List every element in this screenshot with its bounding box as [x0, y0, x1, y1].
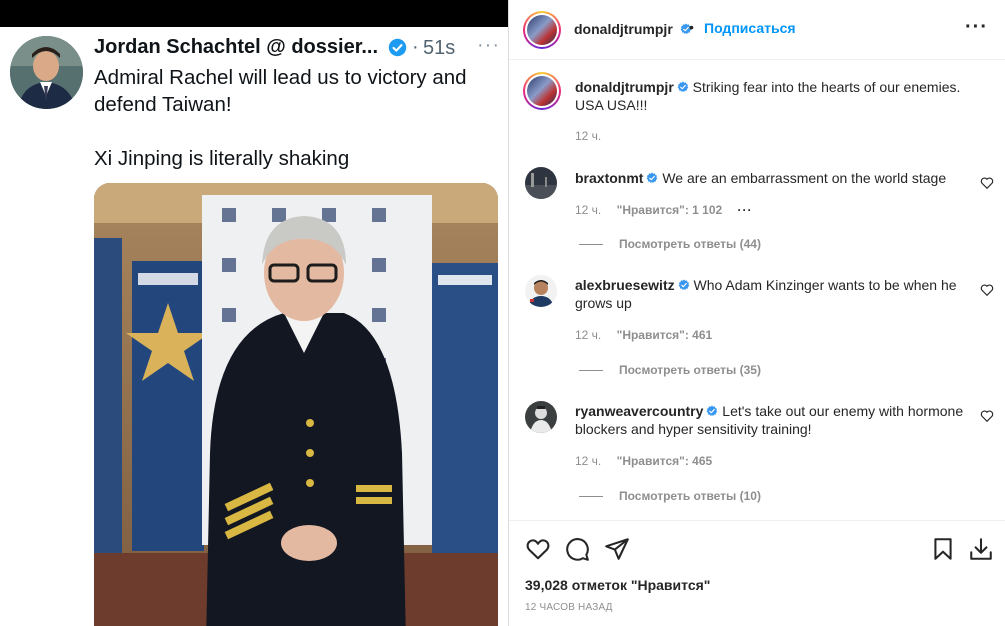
view-replies-label: Посмотреть ответы (10) [619, 489, 761, 503]
verified-badge-icon [707, 405, 718, 416]
post-timestamp[interactable]: 12 ЧАСОВ НАЗАД [525, 602, 613, 613]
caption-username[interactable]: donaldjtrumpjr [575, 79, 674, 95]
tweet-panel: Jordan Schachtel @ dossier... · 51s ··· … [0, 0, 508, 626]
tweet-media-photo[interactable] [94, 183, 498, 626]
heart-icon[interactable] [980, 176, 994, 190]
replies-line [579, 244, 603, 246]
comment-username[interactable]: alexbruesewitz [575, 277, 675, 293]
comment-time[interactable]: 12 ч. [575, 203, 601, 217]
comment-likes[interactable]: "Нравится": 465 [617, 454, 713, 468]
caption-meta: 12 ч. [575, 129, 613, 143]
header-separator: • [689, 19, 694, 35]
verified-badge-icon [388, 38, 407, 57]
like-heart-icon[interactable] [525, 536, 551, 562]
download-icon[interactable] [968, 536, 994, 562]
instagram-panel: donaldjtrumpjr • Подписаться ··· donaldj… [508, 0, 1005, 626]
share-send-icon[interactable] [604, 536, 630, 562]
comment-likes[interactable]: "Нравится": 1 102 [617, 203, 723, 217]
top-bar [0, 0, 508, 27]
comment-options-icon[interactable]: ··· [738, 203, 753, 217]
comment-text: We are an embarrassment on the world sta… [662, 170, 947, 186]
comment-avatar[interactable] [525, 401, 557, 433]
caption-body: donaldjtrumpjr Striking fear into the he… [575, 78, 965, 114]
tweet-line-1: Admiral Rachel will lead us to victory a… [94, 66, 467, 116]
replies-line [579, 496, 603, 498]
view-replies-button[interactable]: Посмотреть ответы (44) [579, 237, 761, 251]
comment-meta: 12 ч. "Нравится": 465 [575, 454, 724, 468]
comment-likes[interactable]: "Нравится": 461 [617, 328, 713, 342]
author-name[interactable]: Jordan Schachtel @ dossier... [94, 36, 378, 59]
view-replies-label: Посмотреть ответы (35) [619, 363, 761, 377]
verified-badge-icon [677, 81, 689, 92]
follow-button[interactable]: Подписаться [704, 20, 796, 36]
view-replies-button[interactable]: Посмотреть ответы (35) [579, 363, 761, 377]
header-avatar[interactable] [523, 11, 561, 49]
comment-time[interactable]: 12 ч. [575, 328, 601, 342]
caption-time[interactable]: 12 ч. [575, 129, 601, 143]
view-replies-button[interactable]: Посмотреть ответы (10) [579, 489, 761, 503]
tweet-line-2: Xi Jinping is literally shaking [94, 147, 350, 170]
bookmark-icon[interactable] [930, 536, 956, 562]
post-header: donaldjtrumpjr • Подписаться ··· [509, 0, 1005, 60]
heart-icon[interactable] [980, 283, 994, 297]
comment-time[interactable]: 12 ч. [575, 454, 601, 468]
tweet-text: Admiral Rachel will lead us to victory a… [94, 64, 494, 199]
more-options-icon[interactable]: ··· [965, 16, 988, 39]
verified-badge-icon [647, 172, 658, 183]
separator-dot: · [412, 36, 419, 58]
tweet-time[interactable]: 51s [423, 37, 455, 60]
comment-username[interactable]: braxtonmt [575, 170, 643, 186]
comment-meta: 12 ч. "Нравится": 1 102 ··· [575, 203, 765, 217]
author-avatar[interactable] [10, 36, 83, 109]
comment-avatar[interactable] [525, 167, 557, 199]
comment-body: braxtonmt We are an embarrassment on the… [575, 169, 965, 187]
comment-body: alexbruesewitz Who Adam Kinzinger wants … [575, 276, 965, 312]
comment-avatar[interactable] [525, 275, 557, 307]
replies-line [579, 370, 603, 372]
view-replies-label: Посмотреть ответы (44) [619, 237, 761, 251]
heart-icon[interactable] [980, 409, 994, 423]
likes-total[interactable]: 39,028 отметок "Нравится" [525, 577, 710, 593]
header-username[interactable]: donaldjtrumpjr [574, 21, 673, 37]
comment-body: ryanweavercountry Let's take out our ene… [575, 402, 965, 438]
comment-meta: 12 ч. "Нравится": 461 [575, 328, 724, 342]
caption-avatar[interactable] [523, 72, 561, 110]
verified-badge-icon [678, 279, 689, 290]
more-options-icon[interactable]: ··· [477, 34, 500, 57]
comment-username[interactable]: ryanweavercountry [575, 403, 703, 419]
comment-bubble-icon[interactable] [564, 536, 590, 562]
